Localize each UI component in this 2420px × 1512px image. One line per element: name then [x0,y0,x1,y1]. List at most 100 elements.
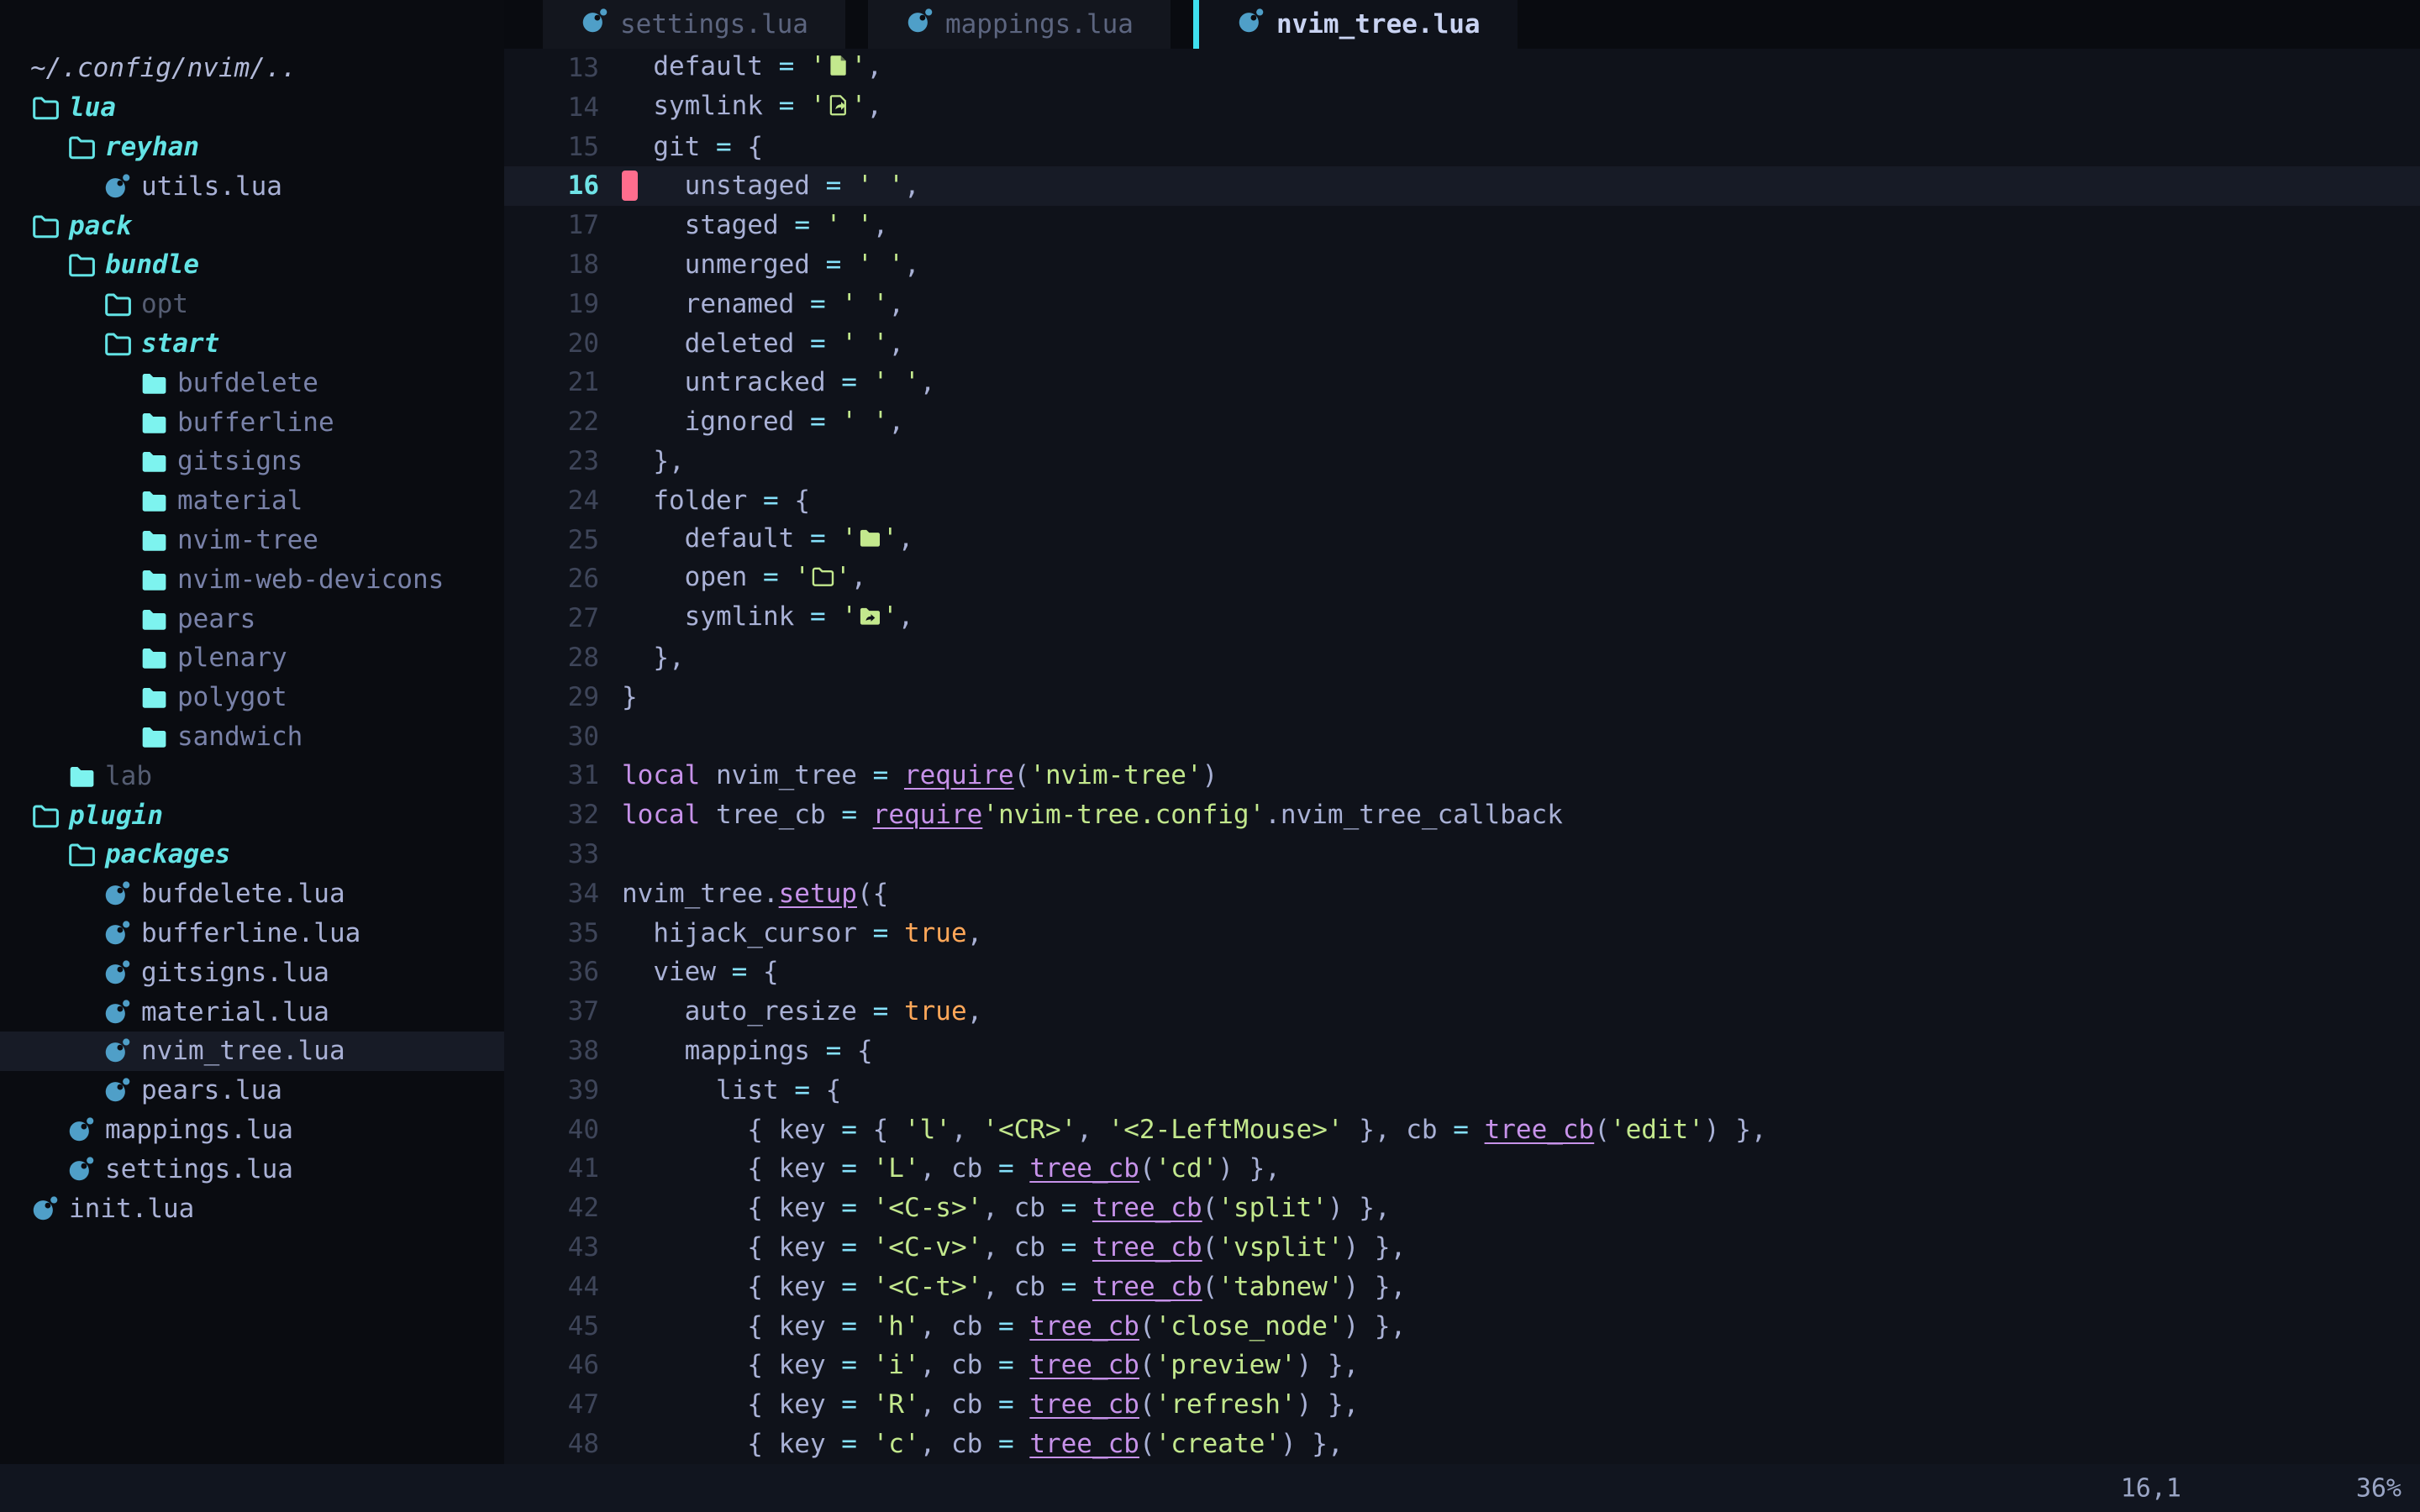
code-token: ) }, [1344,1232,1407,1263]
tree-item-bundle[interactable]: bundle [0,245,504,285]
tree-item-settings.lua[interactable]: settings.lua [0,1149,504,1189]
tree-item-mappings.lua[interactable]: mappings.lua [0,1110,504,1150]
line-content: }, [622,638,2420,678]
code-token: ( [1202,1232,1218,1263]
code-line-41[interactable]: 41 { key = 'L', cb = tree_cb('cd') }, [504,1149,2420,1189]
code-line-38[interactable]: 38 mappings = { [504,1032,2420,1071]
code-token: ( [1139,1389,1155,1420]
code-line-43[interactable]: 43 { key = '<C-v>', cb = tree_cb('vsplit… [504,1228,2420,1268]
code-token: = [763,562,779,592]
tree-item-label: lab [105,761,152,791]
code-line-45[interactable]: 45 { key = 'h', cb = tree_cb('close_node… [504,1307,2420,1347]
code-line-26[interactable]: 26 open = '', [504,559,2420,599]
code-token: = [794,1075,810,1105]
tree-item-pears[interactable]: pears [0,599,504,638]
folder-closed-icon [139,682,169,712]
code-line-24[interactable]: 24 folder = { [504,481,2420,521]
code-line-23[interactable]: 23 }, [504,442,2420,481]
tree-item-plenary[interactable]: plenary [0,638,504,678]
code-line-29[interactable]: 29} [504,678,2420,717]
code-line-34[interactable]: 34nvim_tree.setup({ [504,874,2420,914]
tree-item-opt[interactable]: opt [0,285,504,324]
tree-item-~-.config-nvim-..[interactable]: ~/.config/nvim/.. [0,49,504,88]
code-line-19[interactable]: 19 renamed = ' ', [504,285,2420,324]
tree-item-lua[interactable]: lua [0,88,504,128]
tree-item-material[interactable]: material [0,481,504,521]
code-line-18[interactable]: 18 unmerged = ' ', [504,245,2420,285]
line-content: default = '', [622,519,2420,562]
code-line-17[interactable]: 17 staged = ' ', [504,206,2420,245]
code-line-20[interactable]: 20 deleted = ' ', [504,324,2420,364]
code-token: }, cb [1344,1115,1454,1145]
tree-item-gitsigns[interactable]: gitsigns [0,442,504,481]
code-line-16[interactable]: 16 unstaged = ' ', [504,166,2420,206]
code-line-32[interactable]: 32local tree_cb = require'nvim-tree.conf… [504,795,2420,835]
code-token: deleted [622,328,810,359]
code-line-46[interactable]: 46 { key = 'i', cb = tree_cb('preview') … [504,1346,2420,1385]
tree-item-init.lua[interactable]: init.lua [0,1189,504,1228]
tree-item-polygot[interactable]: polygot [0,678,504,717]
code-line-22[interactable]: 22 ignored = ' ', [504,402,2420,442]
tree-item-pack[interactable]: pack [0,206,504,245]
tree-item-start[interactable]: start [0,324,504,364]
code-line-31[interactable]: 31local nvim_tree = require('nvim-tree') [504,756,2420,795]
line-number: 25 [504,521,622,560]
tree-icon-wrap [66,839,105,869]
tree-item-utils.lua[interactable]: utils.lua [0,166,504,206]
tree-item-bufdelete[interactable]: bufdelete [0,363,504,402]
code-line-47[interactable]: 47 { key = 'R', cb = tree_cb('refresh') … [504,1385,2420,1425]
tab-mappings.lua[interactable]: mappings.lua [868,0,1171,49]
tree-item-gitsigns.lua[interactable]: gitsigns.lua [0,953,504,992]
tab-label: settings.lua [620,9,808,39]
tree-item-sandwich[interactable]: sandwich [0,717,504,757]
code-token [826,289,842,319]
code-line-48[interactable]: 48 { key = 'c', cb = tree_cb('create') }… [504,1425,2420,1464]
tree-item-nvim-web-devicons[interactable]: nvim-web-devicons [0,559,504,599]
main-area: ~/.config/nvim/..luareyhanutils.luapackb… [0,0,2420,1464]
code-line-33[interactable]: 33 [504,835,2420,874]
tree-item-plugin[interactable]: plugin [0,795,504,835]
code-line-37[interactable]: 37 auto_resize = true, [504,992,2420,1032]
code-line-27[interactable]: 27 symlink = '', [504,599,2420,638]
tree-item-packages[interactable]: packages [0,835,504,874]
code-line-35[interactable]: 35 hijack_cursor = true, [504,914,2420,953]
code-line-13[interactable]: 13 default = '', [504,49,2420,88]
code-line-40[interactable]: 40 { key = { 'l', '<CR>', '<2-LeftMouse>… [504,1110,2420,1150]
code-line-21[interactable]: 21 untracked = ' ', [504,363,2420,402]
tree-item-bufferline.lua[interactable]: bufferline.lua [0,914,504,953]
tree-item-nvim-tree.lua[interactable]: nvim_tree.lua [0,1032,504,1071]
code-token: = [826,249,842,280]
code-token: mappings [622,1036,826,1066]
code-token: , cb [920,1389,998,1420]
tab-nvim_tree.lua[interactable]: nvim_tree.lua [1199,0,1518,49]
code-token: = [841,1232,857,1263]
tree-item-bufferline[interactable]: bufferline [0,402,504,442]
line-number: 27 [504,599,622,638]
tree-item-pears.lua[interactable]: pears.lua [0,1071,504,1110]
code-line-30[interactable]: 30 [504,717,2420,757]
code-line-25[interactable]: 25 default = '', [504,521,2420,560]
code-editor[interactable]: 13 default = '',14 symlink = '',15 git =… [504,49,2420,1464]
tree-item-label: utils.lua [141,171,282,202]
tab-settings.lua[interactable]: settings.lua [543,0,845,49]
code-line-14[interactable]: 14 symlink = '', [504,88,2420,128]
tree-item-material.lua[interactable]: material.lua [0,992,504,1032]
code-token: = [716,132,732,162]
code-token: tree_cb [1029,1350,1139,1380]
code-line-15[interactable]: 15 git = { [504,128,2420,167]
code-line-44[interactable]: 44 { key = '<C-t>', cb = tree_cb('tabnew… [504,1268,2420,1307]
code-token: ) }, [1297,1389,1360,1420]
code-token: folder [622,486,763,516]
code-line-36[interactable]: 36 view = { [504,953,2420,992]
code-token: unstaged [638,171,826,201]
line-number: 37 [504,992,622,1032]
code-line-42[interactable]: 42 { key = '<C-s>', cb = tree_cb('split'… [504,1189,2420,1228]
code-line-28[interactable]: 28 }, [504,638,2420,678]
code-token: .nvim_tree_callback [1265,800,1563,830]
tree-item-reyhan[interactable]: reyhan [0,128,504,167]
code-line-39[interactable]: 39 list = { [504,1071,2420,1110]
tree-item-nvim-tree[interactable]: nvim-tree [0,521,504,560]
tree-item-bufdelete.lua[interactable]: bufdelete.lua [0,874,504,914]
editor-column: settings.lua mappings.lua nvim_tree.lua 13… [504,0,2420,1464]
tree-item-lab[interactable]: lab [0,756,504,795]
